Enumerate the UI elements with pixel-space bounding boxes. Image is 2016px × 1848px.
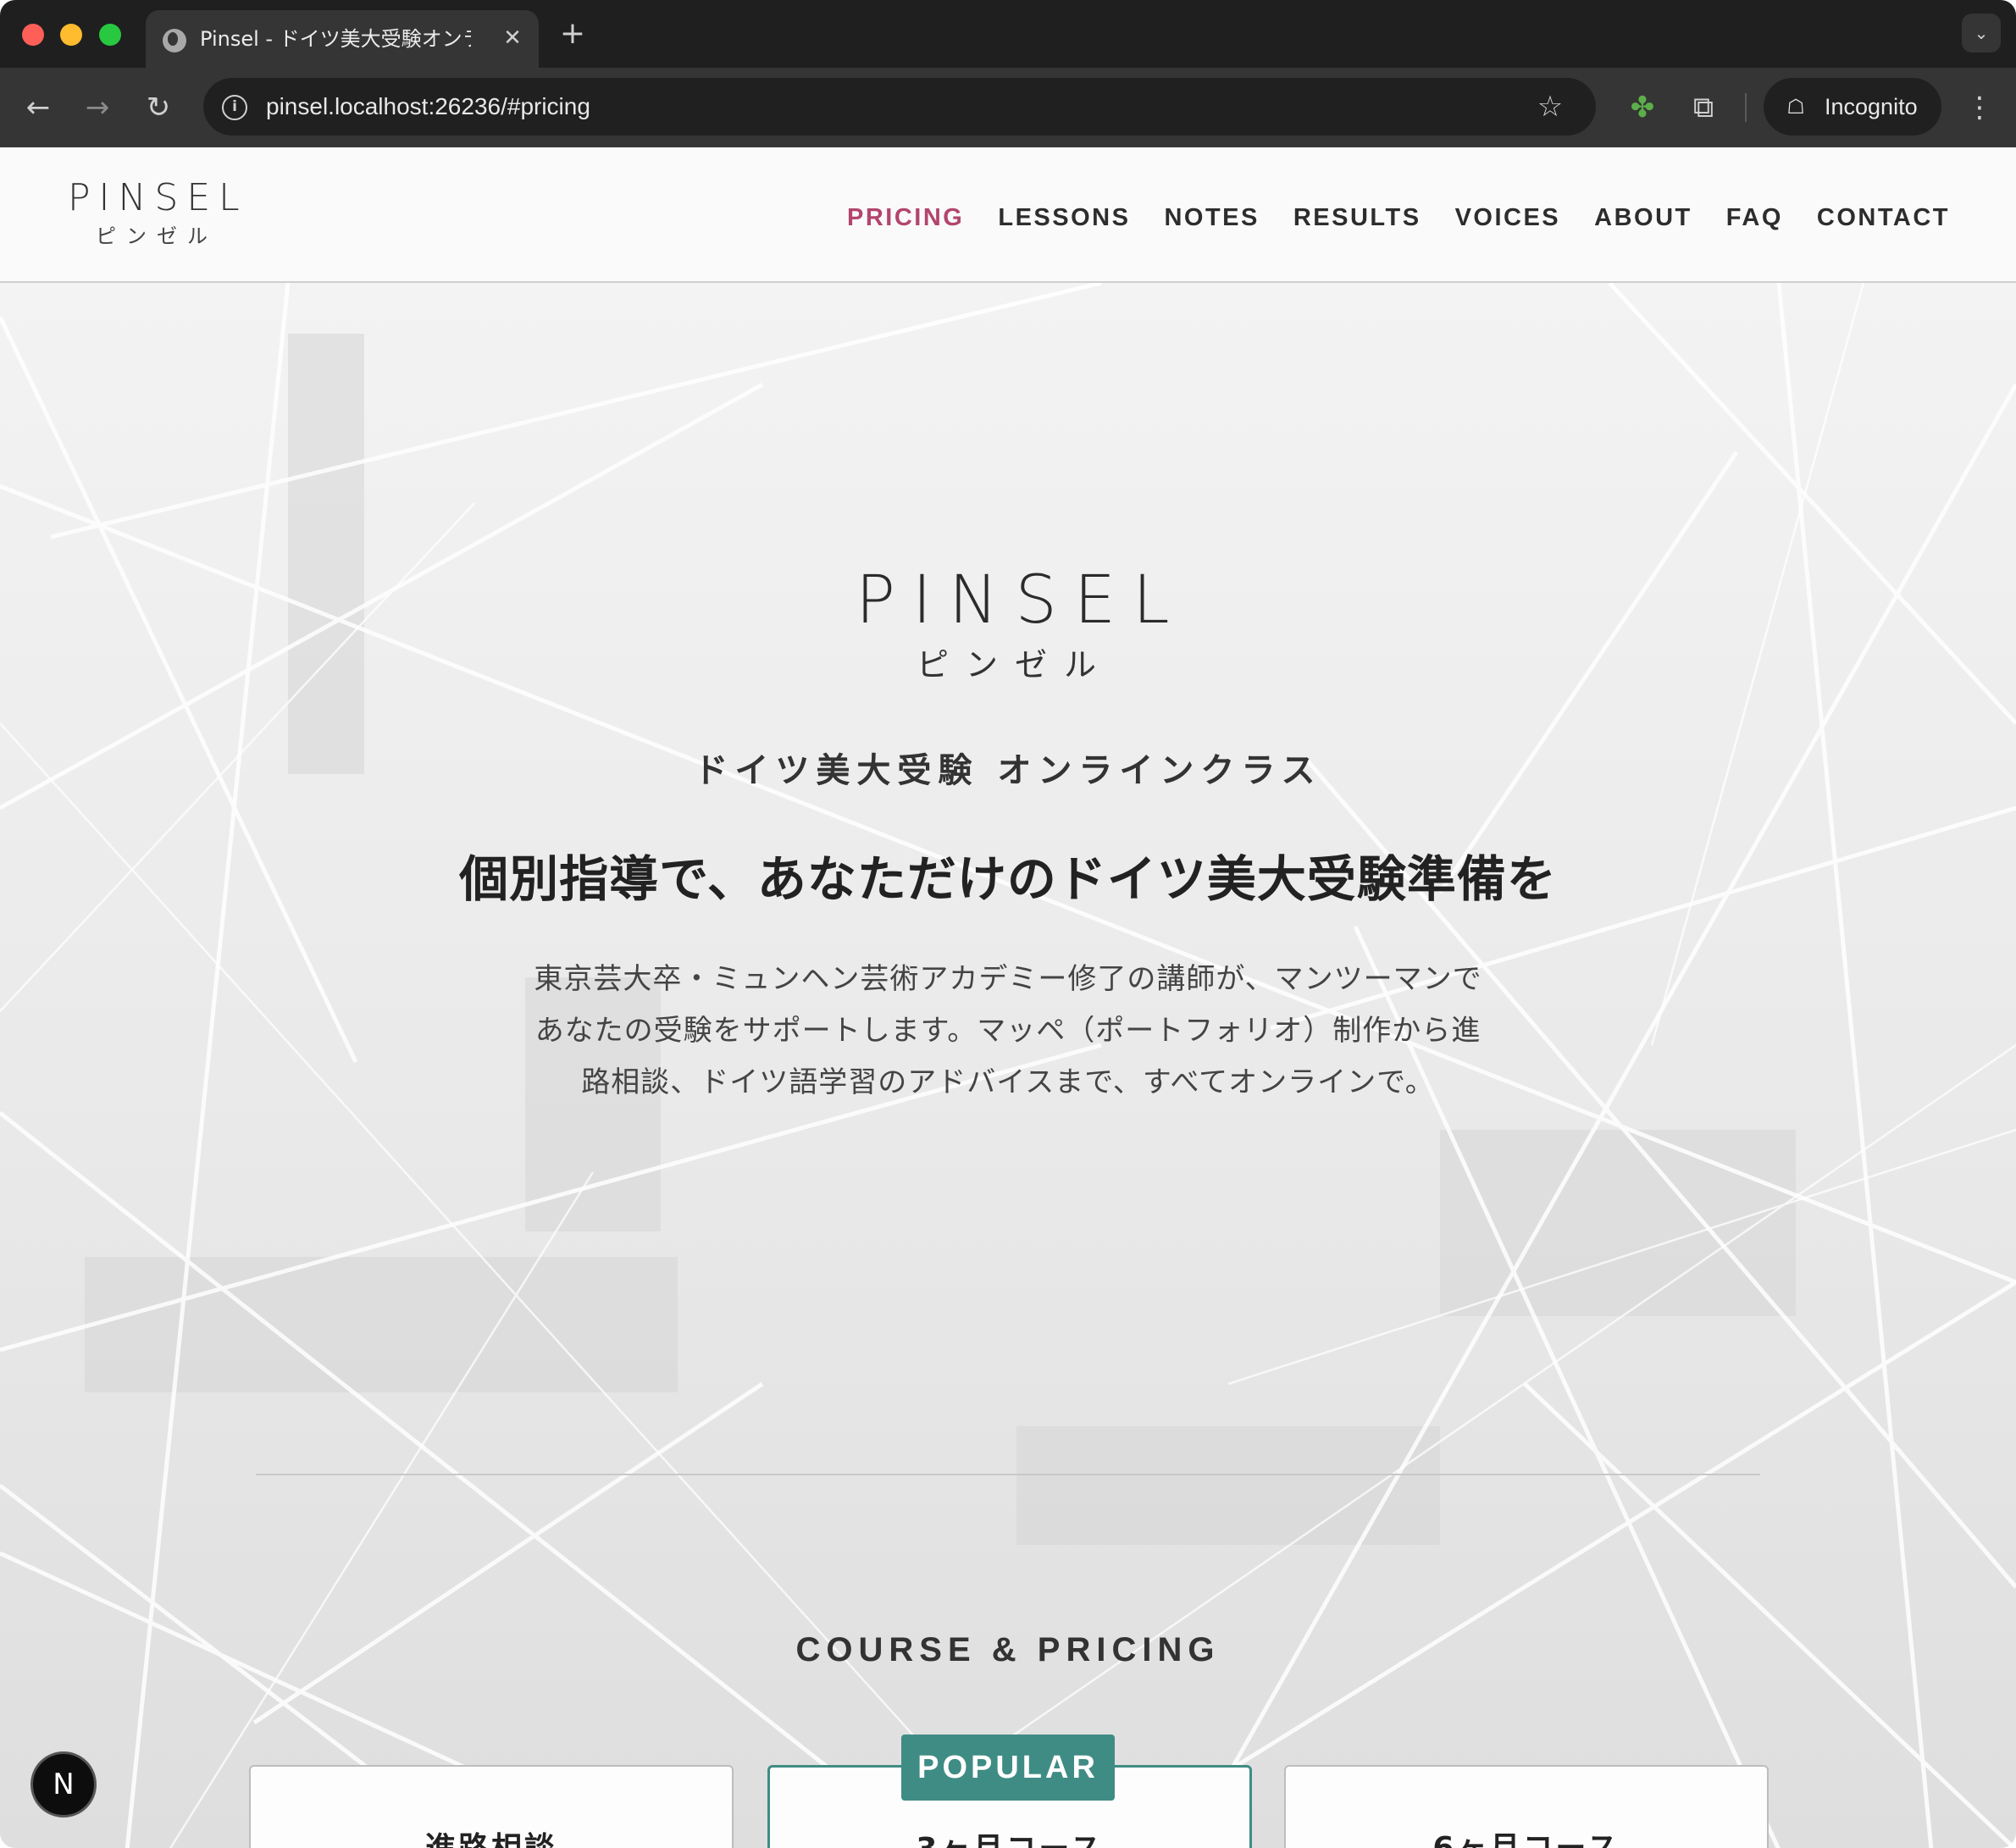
incognito-label: Incognito [1825, 94, 1918, 119]
course-card-name: 6ヶ月コース [1286, 1828, 1767, 1848]
active-tab[interactable]: Pinsel - ドイツ美大受験オンライ ✕ [146, 10, 539, 68]
new-tab-button[interactable]: + [556, 15, 590, 53]
nav-faq[interactable]: FAQ [1726, 196, 1783, 239]
browser-window: Pinsel - ドイツ美大受験オンライ ✕ + ⌄ ← → ↻ i pinse… [0, 0, 2016, 1848]
tab-search-button[interactable]: ⌄ [1962, 14, 2001, 53]
bookmark-star-icon[interactable]: ☆ [1530, 86, 1570, 127]
course-card-6-months[interactable]: 6ヶ月コース [1284, 1765, 1769, 1848]
extension-puzzle-green-icon[interactable]: ✤ [1623, 88, 1662, 127]
popular-badge: POPULAR [901, 1735, 1115, 1801]
hero-logo: PINSEL ピンゼル [839, 562, 1177, 686]
nav-results[interactable]: RESULTS [1293, 196, 1421, 239]
web-page: PINSEL ピンゼル PRICING LESSONS NOTES RESULT… [0, 147, 2016, 1848]
nav-about[interactable]: ABOUT [1594, 196, 1692, 239]
incognito-icon: ☖ [1786, 95, 1805, 119]
browser-toolbar: ← → ↻ i pinsel.localhost:26236/#pricing … [0, 68, 2016, 147]
extensions-puzzle-icon[interactable]: ⧉ [1684, 88, 1723, 127]
course-card-name: 進路相談 [251, 1828, 732, 1848]
logo-kana: ピンゼル [96, 224, 218, 248]
globe-icon [163, 29, 186, 53]
main-nav: PRICING LESSONS NOTES RESULTS VOICES ABO… [847, 196, 1950, 239]
back-button[interactable]: ← [17, 86, 59, 129]
hero-tagline: ドイツ美大受験 オンラインクラス [694, 751, 1322, 790]
nextjs-dev-indicator-button[interactable]: N [30, 1751, 97, 1818]
nav-contact[interactable]: CONTACT [1817, 196, 1950, 239]
reload-icon: ↻ [146, 91, 171, 124]
hero-logo-wordmark: PINSEL [856, 562, 1187, 639]
hero-title: 個別指導で、あなただけのドイツ美大受験準備を [459, 850, 1557, 908]
nav-notes[interactable]: NOTES [1164, 196, 1259, 239]
arrow-left-icon: ← [25, 91, 51, 124]
info-icon[interactable]: i [222, 95, 247, 120]
site-header: PINSEL ピンゼル PRICING LESSONS NOTES RESULT… [0, 147, 2016, 283]
nav-lessons[interactable]: LESSONS [998, 196, 1130, 239]
nav-pricing[interactable]: PRICING [847, 196, 964, 239]
kebab-menu-icon[interactable]: ⋮ [1958, 86, 2001, 129]
close-window-button[interactable] [22, 24, 44, 46]
forward-button[interactable]: → [76, 86, 119, 129]
url-text[interactable]: pinsel.localhost:26236/#pricing [266, 78, 590, 136]
incognito-indicator[interactable]: ☖ Incognito [1764, 78, 1941, 136]
nav-voices[interactable]: VOICES [1455, 196, 1561, 239]
toolbar-separator [1745, 93, 1747, 122]
tab-title: Pinsel - ドイツ美大受験オンライ [200, 27, 471, 51]
reload-button[interactable]: ↻ [137, 86, 180, 129]
site-logo[interactable]: PINSEL ピンゼル [68, 176, 246, 251]
maximize-window-button[interactable] [99, 24, 121, 46]
minimize-window-button[interactable] [60, 24, 82, 46]
tab-close-icon[interactable]: ✕ [498, 24, 527, 53]
hero-section: PINSEL ピンゼル ドイツ美大受験 オンラインクラス 個別指導で、あなただけ… [0, 283, 2016, 1596]
course-card-name: 3ヶ月コース [770, 1829, 1249, 1848]
pricing-section-title: COURSE & PRICING [795, 1631, 1221, 1668]
arrow-right-icon: → [85, 91, 110, 124]
hero-description: 東京芸大卒・ミュンヘン芸術アカデミー修了の講師が、マンツーマンであなたの受験をサ… [534, 962, 1482, 1099]
section-divider [256, 1474, 1760, 1475]
tab-bar: Pinsel - ドイツ美大受験オンライ ✕ + ⌄ [0, 0, 2016, 68]
hero-logo-kana: ピンゼル [916, 646, 1113, 683]
course-card-consultation[interactable]: 進路相談 [249, 1765, 734, 1848]
logo-wordmark: PINSEL [68, 176, 248, 219]
address-bar[interactable]: i pinsel.localhost:26236/#pricing ☆ [203, 78, 1596, 136]
